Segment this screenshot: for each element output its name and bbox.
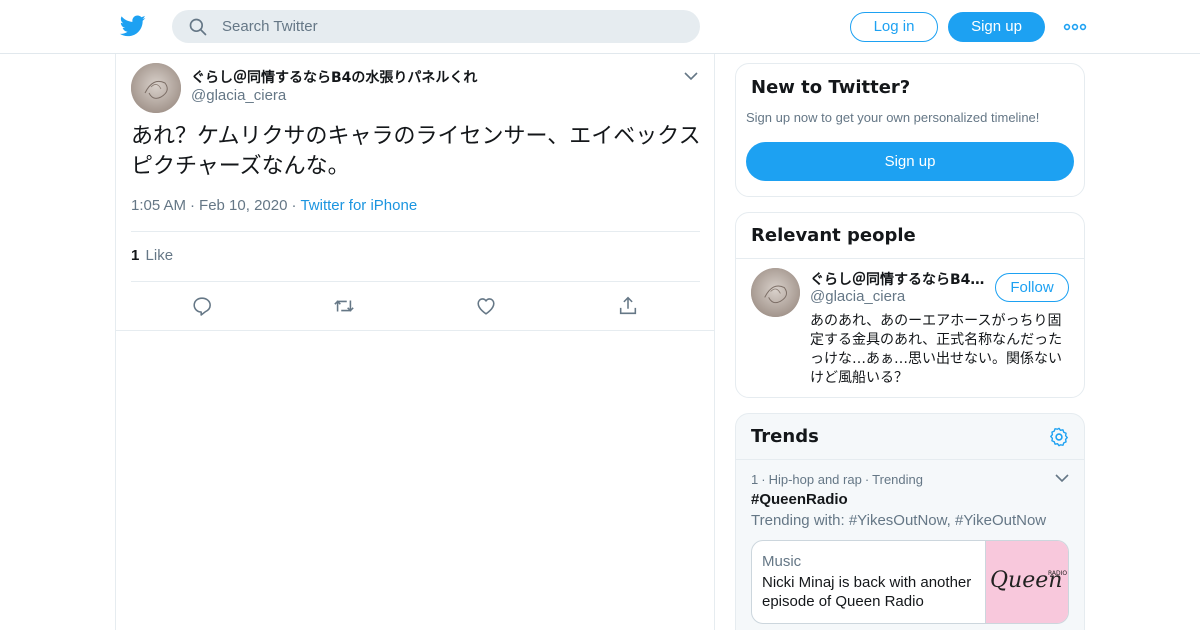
signup-button[interactable]: Sign up <box>948 12 1045 42</box>
avatar-image <box>131 63 181 113</box>
sidebar-signup-button[interactable]: Sign up <box>746 142 1074 181</box>
top-navigation-bar: Log in Sign up <box>0 0 1200 54</box>
card-title: New to Twitter? <box>751 77 911 98</box>
more-options-icon[interactable] <box>1063 19 1087 35</box>
tweet-time[interactable]: 1:05 AM <box>131 197 186 214</box>
like-stats[interactable]: 1 Like <box>131 247 173 264</box>
trend-category: Hip-hop and rap <box>768 472 862 487</box>
person-name[interactable]: ぐらし＠同情するならB4の水張りパネルくれ <box>810 269 988 289</box>
avatar-image <box>751 268 800 317</box>
trend-rank: 1 <box>751 472 759 487</box>
login-button[interactable]: Log in <box>850 12 938 42</box>
trend-status: Trending <box>872 472 923 487</box>
person-handle[interactable]: @glacia_ciera <box>810 288 905 305</box>
divider <box>736 459 1084 460</box>
reply-icon[interactable] <box>191 295 213 317</box>
divider <box>116 330 714 331</box>
tweet-text: あれ？ケムリクサのキャラのライセンサー、エイベックスピクチャーズなんな。 <box>131 124 701 179</box>
chevron-down-icon[interactable] <box>1054 472 1070 484</box>
divider <box>736 258 1084 259</box>
card-title: Trends <box>751 426 819 447</box>
twitter-logo-icon[interactable] <box>119 13 147 39</box>
chevron-down-icon[interactable] <box>683 70 699 82</box>
trend-meta: 1 · Hip-hop and rap · Trending <box>751 472 923 487</box>
trends-card: Trends 1 · Hip-hop and rap · Trending #Queen… <box>735 413 1085 630</box>
search-bar[interactable] <box>172 10 700 43</box>
news-headline: Nicki Minaj is back with another episode… <box>762 574 972 610</box>
tweet-date[interactable]: Feb 10, 2020 <box>199 197 287 214</box>
trend-hashtag[interactable]: #QueenRadio <box>751 491 848 508</box>
share-icon[interactable] <box>617 295 639 317</box>
author-handle[interactable]: @glacia_ciera <box>191 87 286 104</box>
search-icon <box>189 18 207 36</box>
author-name[interactable]: ぐらし＠同情するならB4の水張りパネルくれ <box>191 67 477 87</box>
relevant-people-card: Relevant people ぐらし＠同情するならB4の水張りパネルくれ @g… <box>735 212 1085 398</box>
search-input[interactable] <box>222 10 682 43</box>
gear-icon[interactable] <box>1048 426 1070 448</box>
meta-separator: · <box>190 197 196 214</box>
like-icon[interactable] <box>475 295 497 317</box>
divider <box>131 281 700 282</box>
trend-news-card[interactable]: Music Nicki Minaj is back with another e… <box>751 540 1069 624</box>
person-bio: あのあれ、あのーエアホースがっちり固定する金具のあれ、正式名称なんだったっけな…… <box>810 313 1063 386</box>
retweet-icon[interactable] <box>333 295 355 317</box>
meta-separator: · <box>291 197 297 214</box>
meta-separator: · <box>864 472 870 487</box>
author-avatar[interactable] <box>131 63 181 113</box>
divider <box>131 231 700 232</box>
news-category: Music <box>762 553 802 570</box>
news-thumbnail: Queen RADIO <box>985 541 1068 623</box>
new-to-twitter-card: New to Twitter? Sign up now to get your … <box>735 63 1085 197</box>
card-title: Relevant people <box>751 225 916 246</box>
svg-text:RADIO: RADIO <box>1048 570 1067 577</box>
tweet-meta: 1:05 AM · Feb 10, 2020 · Twitter for iPhone <box>131 197 417 214</box>
trend-related[interactable]: Trending with: #YikesOutNow, #YikeOutNow <box>751 512 1046 529</box>
tweet-detail-column: ぐらし＠同情するならB4の水張りパネルくれ @glacia_ciera あれ？ケ… <box>115 54 715 630</box>
queen-radio-logo: Queen RADIO <box>986 541 1068 623</box>
person-avatar[interactable] <box>751 268 800 317</box>
follow-button[interactable]: Follow <box>995 273 1069 302</box>
meta-separator: · <box>761 472 766 487</box>
like-count: 1 <box>131 247 140 264</box>
card-subtitle: Sign up now to get your own personalized… <box>746 110 1040 125</box>
like-label: Like <box>145 247 174 264</box>
tweet-source-link[interactable]: Twitter for iPhone <box>300 197 417 214</box>
